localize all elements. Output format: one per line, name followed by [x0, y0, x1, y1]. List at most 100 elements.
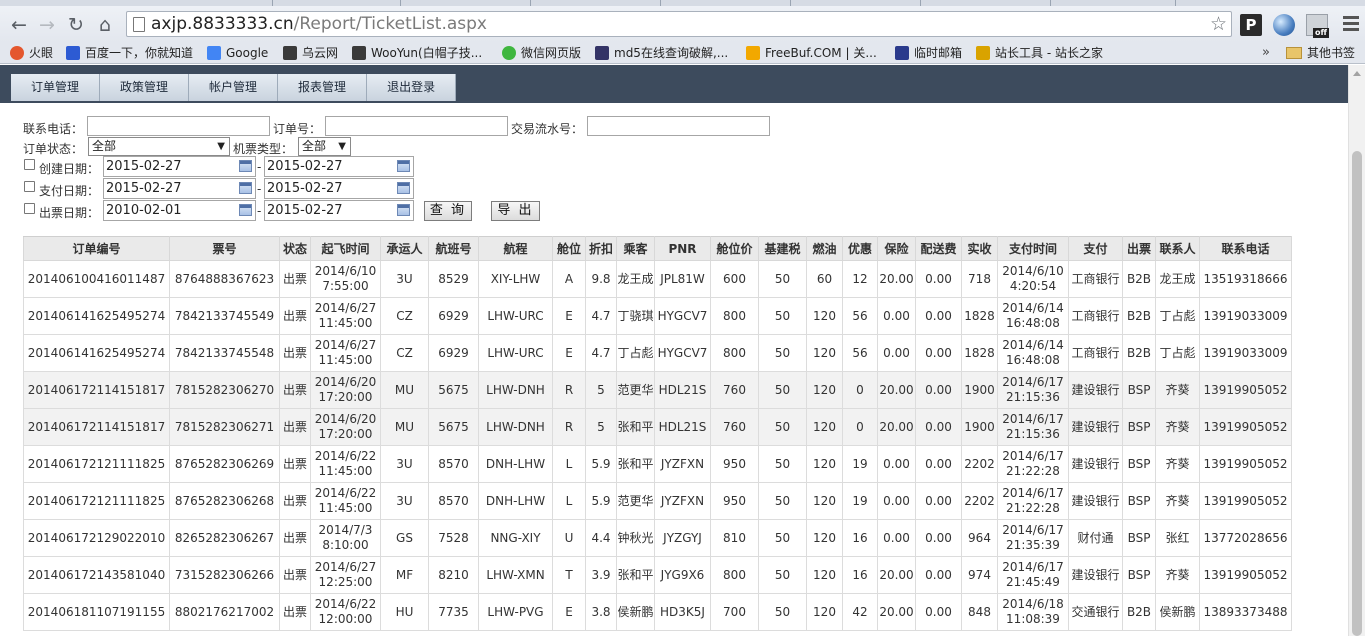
globe-extension-icon[interactable] — [1273, 14, 1295, 36]
nav-order-management[interactable]: 订单管理 — [11, 74, 101, 101]
top-nav: 订单管理 政策管理 帐户管理 报表管理 退出登录 — [0, 65, 1348, 103]
table-cell: 810 — [710, 519, 759, 557]
table-cell: B2B — [1122, 260, 1156, 298]
nav-logout[interactable]: 退出登录 — [367, 74, 457, 101]
table-cell: 13893373488 — [1199, 593, 1292, 631]
scrollbar-thumb[interactable] — [1352, 151, 1362, 636]
table-cell: 0.00 — [877, 334, 916, 372]
table-cell: B2B — [1122, 334, 1156, 372]
table-cell: LHW-URC — [478, 297, 553, 335]
table-row[interactable]: 201406172121111825 8765282306268 出票 2014/6/… — [23, 482, 1292, 520]
create-date-from[interactable]: 2015-02-27 — [103, 156, 256, 177]
bookmark-item[interactable]: 站长工具 - 站长之家 — [976, 44, 1103, 62]
table-cell: 2014/6/22 12:00:00 — [310, 593, 381, 631]
table-cell: 3U — [380, 260, 429, 298]
table-cell: 出票 — [279, 445, 311, 483]
issue-date-checkbox[interactable] — [24, 203, 35, 214]
column-header: 支付 — [1068, 236, 1123, 261]
bookmark-item[interactable]: 乌云网 — [283, 44, 338, 62]
home-icon[interactable]: ⌂ — [94, 14, 116, 36]
nav-policy-management[interactable]: 政策管理 — [100, 74, 190, 101]
pinterest-extension-icon[interactable]: P — [1240, 14, 1262, 36]
table-row[interactable]: 201406172114151817 7815282306271 出票 2014/6/… — [23, 408, 1292, 446]
bookmark-item[interactable]: md5在线查询破解,... — [595, 44, 728, 62]
serial-no-input[interactable] — [587, 116, 770, 136]
table-cell: GS — [380, 519, 429, 557]
calendar-icon[interactable] — [239, 204, 252, 216]
table-row[interactable]: 201406172129022010 8265282306267 出票 2014/7/… — [23, 519, 1292, 557]
table-cell: E — [552, 593, 586, 631]
table-cell: JPL81W — [654, 260, 711, 298]
table-row[interactable]: 201406100416011487 8764888367623 出票 2014/6/… — [23, 260, 1292, 298]
nav-account-management[interactable]: 帐户管理 — [189, 74, 279, 101]
table-row[interactable]: 201406172143581040 7315282306266 出票 2014/6/… — [23, 556, 1292, 594]
table-cell: 3U — [380, 482, 429, 520]
create-date-checkbox[interactable] — [24, 159, 35, 170]
table-cell: 13919905052 — [1199, 556, 1292, 594]
address-bar[interactable]: axjp.8833333.cn/Report/TicketList.aspx ☆ — [126, 11, 1232, 37]
table-cell: 7815282306270 — [169, 371, 280, 409]
table-cell: 8765282306268 — [169, 482, 280, 520]
issue-date-to[interactable]: 2015-02-27 — [264, 200, 414, 221]
table-row[interactable]: 201406172114151817 7815282306270 出票 2014/6/… — [23, 371, 1292, 409]
table-cell: 1828 — [961, 297, 998, 335]
create-date-to[interactable]: 2015-02-27 — [264, 156, 414, 177]
table-cell: 974 — [961, 556, 998, 594]
table-row[interactable]: 201406141625495274 7842133745548 出票 2014/6/… — [23, 334, 1292, 372]
table-row[interactable]: 201406141625495274 7842133745549 出票 2014/6/… — [23, 297, 1292, 335]
column-header: 基建税 — [758, 236, 807, 261]
table-cell: 950 — [710, 445, 759, 483]
table-cell: 龙王成 — [616, 260, 655, 298]
bookmark-item[interactable]: FreeBuf.COM | 关... — [746, 44, 877, 62]
table-cell: 800 — [710, 297, 759, 335]
calendar-icon[interactable] — [239, 182, 252, 194]
table-cell: 2014/6/17 21:45:49 — [997, 556, 1069, 594]
bookmark-item[interactable]: Google — [207, 44, 268, 62]
table-cell: 3.8 — [585, 593, 617, 631]
date-separator: - — [257, 182, 262, 196]
table-cell: 50 — [758, 371, 807, 409]
calendar-icon[interactable] — [397, 204, 410, 216]
proxy-extension-icon[interactable]: off — [1306, 14, 1329, 38]
other-bookmarks[interactable]: 其他书签 — [1286, 44, 1355, 62]
nav-report-management[interactable]: 报表管理 — [278, 74, 368, 101]
table-cell: 2014/6/14 16:48:08 — [997, 297, 1069, 335]
hamburger-menu-icon[interactable] — [1343, 16, 1359, 32]
bookmark-star-icon[interactable]: ☆ — [1210, 13, 1227, 35]
pay-date-to[interactable]: 2015-02-27 — [264, 178, 414, 199]
order-status-select[interactable]: 全部 ▼ — [88, 137, 230, 156]
table-cell: 建设银行 — [1068, 371, 1123, 409]
forward-arrow-icon[interactable]: → — [36, 14, 58, 36]
table-cell: 120 — [806, 297, 843, 335]
ticket-table: 订单编号 票号 状态 起飞时间 承运人 航班号 航程 舱位 折扣 乘客 PNR 舱位价 基建税 燃油 优惠保… — [23, 236, 1292, 631]
table-cell: 56 — [842, 297, 878, 335]
calendar-icon[interactable] — [239, 160, 252, 172]
table-cell: B2B — [1122, 297, 1156, 335]
bookmark-item[interactable]: 火眼 — [10, 44, 53, 62]
calendar-icon[interactable] — [397, 182, 410, 194]
column-header: 订单编号 — [23, 236, 170, 261]
issue-date-from[interactable]: 2010-02-01 — [103, 200, 256, 221]
pay-date-from[interactable]: 2015-02-27 — [103, 178, 256, 199]
table-row[interactable]: 201406181107191155 8802176217002 出票 2014/6/… — [23, 593, 1292, 631]
bookmark-item[interactable]: 百度一下，你就知道 — [66, 44, 193, 62]
bookmark-item[interactable]: WooYun(白帽子技... — [352, 44, 482, 62]
bookmarks-overflow-chevron-icon[interactable]: » — [1262, 44, 1270, 62]
vertical-scrollbar[interactable] — [1348, 65, 1365, 636]
reload-icon[interactable]: ↻ — [65, 14, 87, 36]
export-button[interactable]: 导 出 — [491, 201, 540, 221]
table-row[interactable]: 201406172121111825 8765282306269 出票 2014/6/… — [23, 445, 1292, 483]
calendar-icon[interactable] — [397, 160, 410, 172]
query-button[interactable]: 查 询 — [424, 201, 472, 221]
scroll-up-arrow-icon[interactable] — [1353, 71, 1361, 76]
order-no-input[interactable] — [325, 116, 508, 136]
url-text[interactable]: axjp.8833333.cn/Report/TicketList.aspx — [151, 14, 487, 34]
bookmark-item[interactable]: 临时邮箱 — [895, 44, 962, 62]
back-arrow-icon[interactable]: ← — [8, 14, 30, 36]
pay-date-checkbox[interactable] — [24, 181, 35, 192]
ticket-type-select[interactable]: 全部 ▼ — [298, 137, 351, 156]
table-cell: 8570 — [428, 445, 479, 483]
table-cell: 齐葵 — [1155, 482, 1200, 520]
phone-input[interactable] — [87, 116, 270, 136]
bookmark-item[interactable]: 微信网页版 — [502, 44, 581, 62]
